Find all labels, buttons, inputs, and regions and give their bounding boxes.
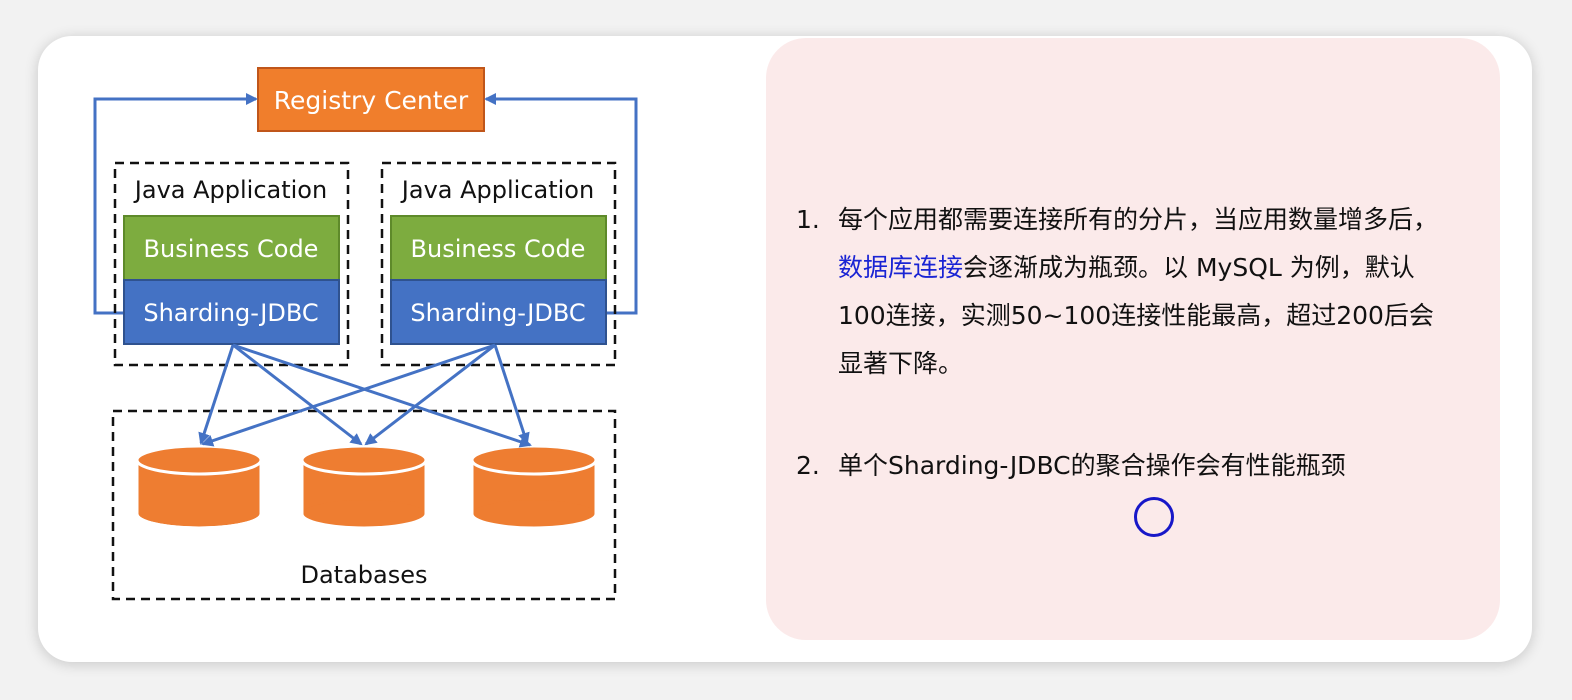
java-application-1-title: Java Application [133,176,327,204]
business-code-1-label: Business Code [144,235,319,263]
databases-group: Databases [111,409,617,601]
arrow-app2-db3 [493,344,530,445]
note-item-1-line2: 数据库连接会逐渐成为瓶颈。以 MySQL 为例，默认 [838,244,1498,292]
arrow-app1-db3 [232,343,532,448]
java-application-2-title: Java Application [400,176,594,204]
registry-center-label: Registry Center [274,86,469,115]
note-item-2-text: 单个Sharding-JDBC的聚合操作会有性能瓶颈 [838,451,1346,480]
database-cylinder-1 [135,444,263,530]
arrow-app2-db2 [364,343,496,446]
pointer-circle-icon [1134,497,1174,537]
registry-center: Registry Center [257,67,485,132]
database-cylinder-3 [470,444,598,530]
sharding-jdbc-1-label: Sharding-JDBC [143,299,318,327]
note-item-1-line2-rest: 会逐渐成为瓶颈。以 MySQL 为例，默认 [963,253,1415,282]
business-code-2-label: Business Code [411,235,586,263]
note-item-1-text: 每个应用都需要连接所有的分片，当应用数量增多后， 数据库连接会逐渐成为瓶颈。以 … [838,196,1498,388]
note-item-2-number: 2. [796,451,820,480]
arrow-app2-db1 [201,343,496,447]
note-item-1-line4: 显著下降。 [838,349,964,378]
java-application-2: Java Application Business Code Sharding-… [380,161,617,367]
connection-arrows [198,343,532,448]
databases-label: Databases [300,561,427,589]
note-item-1-line3: 100连接，实测50~100连接性能最高，超过200后会 [838,301,1434,330]
arrow-app1-db2 [232,343,363,446]
note-item-1-number: 1. [796,205,820,234]
java-application-1: Java Application Business Code Sharding-… [113,161,350,367]
arrow-app1-db1 [198,344,235,445]
sharding-jdbc-2-label: Sharding-JDBC [410,299,585,327]
database-cylinder-2 [300,444,428,530]
note-item-1-line1: 每个应用都需要连接所有的分片，当应用数量增多后， [838,205,1439,234]
highlight-db-connection: 数据库连接 [838,253,964,282]
architecture-diagram: Registry Center Java Application Busines… [93,67,638,601]
